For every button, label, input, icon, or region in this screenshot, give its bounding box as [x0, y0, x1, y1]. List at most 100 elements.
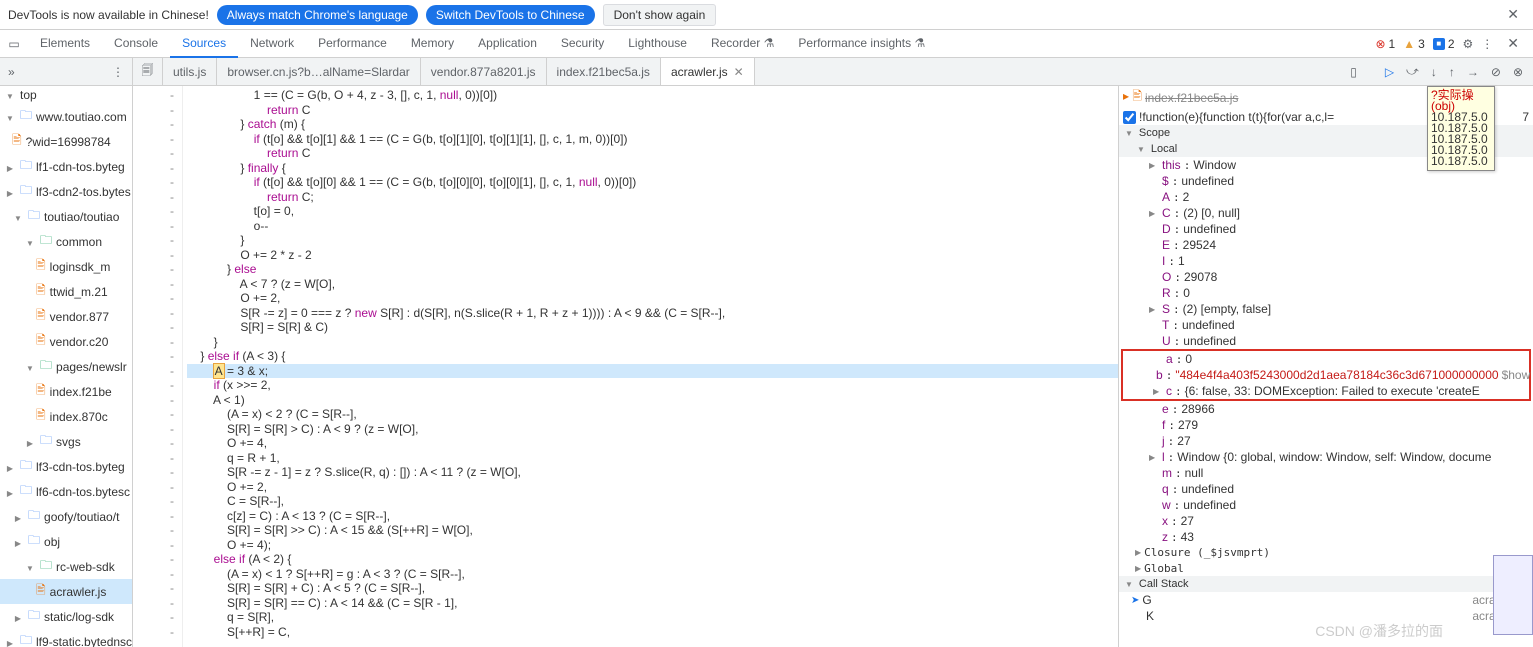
file-icon: 🖹	[36, 306, 46, 327]
language-infobar: DevTools is now available in Chinese! Al…	[0, 0, 1533, 30]
nav-file[interactable]: 🖹vendor.c20	[0, 329, 132, 354]
warning-badge[interactable]: ▲3	[1403, 37, 1425, 51]
nav-folder[interactable]: 🗀rc-web-sdk	[0, 554, 132, 579]
dont-show-button[interactable]: Don't show again	[603, 4, 717, 26]
nav-folder[interactable]: 🗀svgs	[0, 429, 132, 454]
sources-subbar: » ⋮ 🗐 utils.jsbrowser.cn.js?b…alName=Sla…	[0, 58, 1533, 86]
main-tab-application[interactable]: Application	[466, 30, 549, 58]
more-menu-icon[interactable]: ⋮	[1481, 37, 1493, 51]
nav-folder[interactable]: 🗀lf3-cdn2-tos.bytes	[0, 179, 132, 204]
scope-variable[interactable]: x: 27	[1119, 513, 1533, 529]
toggle-navigator-icon[interactable]: 🗐	[133, 58, 163, 85]
closure-section[interactable]: ▶ Closure (_$jsvmprt)	[1119, 545, 1533, 560]
nav-folder[interactable]: 🗀common	[0, 229, 132, 254]
settings-gear-icon[interactable]: ⚙	[1463, 37, 1474, 51]
scope-variable[interactable]: ▶l: Window {0: global, window: Window, s…	[1119, 449, 1533, 465]
scope-variable[interactable]: A: 2	[1119, 189, 1533, 205]
callstack-frame[interactable]: ➤ Gacrawler.js	[1119, 592, 1533, 608]
nav-folder[interactable]: 🗀lf3-cdn-tos.byteg	[0, 454, 132, 479]
scope-variable[interactable]: $: undefined	[1119, 173, 1533, 189]
scope-variable[interactable]: R: 0	[1119, 285, 1533, 301]
code-editor[interactable]: -------------------------------------- 1…	[133, 86, 1118, 647]
nav-folder[interactable]: 🗀lf6-cdn-tos.bytesc	[0, 479, 132, 504]
folder-icon: 🗀	[40, 556, 52, 577]
nav-folder[interactable]: 🗀static/log-sdk	[0, 604, 132, 629]
callstack-section[interactable]: Call Stack	[1119, 576, 1533, 592]
scope-variable[interactable]: f: 279	[1119, 417, 1533, 433]
nav-file[interactable]: 🖹?wid=16998784	[0, 129, 132, 154]
main-tab-performanceinsights[interactable]: Performance insights ⚗	[786, 30, 937, 58]
main-tab-security[interactable]: Security	[549, 30, 616, 58]
step-over-icon[interactable]: ⤻	[1402, 62, 1423, 81]
file-tab[interactable]: acrawler.js✕	[661, 58, 755, 85]
folder-icon: 🗀	[40, 231, 52, 252]
scope-variable[interactable]: w: undefined	[1119, 497, 1533, 513]
nav-file[interactable]: 🖹acrawler.js	[0, 579, 132, 604]
breakpoint-checkbox[interactable]	[1123, 111, 1136, 124]
nav-folder[interactable]: 🗀lf1-cdn-tos.byteg	[0, 154, 132, 179]
main-tab-lighthouse[interactable]: Lighthouse	[616, 30, 699, 58]
main-tab-sources[interactable]: Sources	[170, 30, 238, 58]
main-tab-console[interactable]: Console	[102, 30, 170, 58]
file-icon: 🖹	[36, 256, 46, 277]
scope-variable[interactable]: T: undefined	[1119, 317, 1533, 333]
close-infobar-icon[interactable]: ✕	[1501, 6, 1525, 23]
nav-file[interactable]: 🖹loginsdk_m	[0, 254, 132, 279]
resume-icon[interactable]: ▷	[1381, 63, 1398, 81]
always-match-button[interactable]: Always match Chrome's language	[217, 5, 418, 25]
nav-file[interactable]: 🖹ttwid_m.21	[0, 279, 132, 304]
scope-variable[interactable]: ▶S: (2) [empty, false]	[1119, 301, 1533, 317]
nav-folder[interactable]: 🗀toutiao/toutiao	[0, 204, 132, 229]
folder-icon: 🗀	[20, 456, 32, 477]
step-into-icon[interactable]: ↓	[1427, 63, 1441, 81]
file-tab[interactable]: browser.cn.js?b…alName=Slardar	[217, 58, 420, 85]
file-tab[interactable]: index.f21bec5a.js	[547, 58, 661, 85]
scope-variable[interactable]: q: undefined	[1119, 481, 1533, 497]
file-icon: 🖹	[36, 331, 46, 352]
nav-folder[interactable]: 🗀obj	[0, 529, 132, 554]
scope-variable[interactable]: D: undefined	[1119, 221, 1533, 237]
scope-variable[interactable]: E: 29524	[1119, 237, 1533, 253]
nav-top[interactable]: top	[0, 86, 132, 104]
scope-variable[interactable]: z: 43	[1119, 529, 1533, 545]
step-icon[interactable]: →	[1463, 63, 1483, 81]
folder-icon: 🗀	[40, 356, 52, 377]
file-tab[interactable]: utils.js	[163, 58, 217, 85]
scope-variable[interactable]: O: 29078	[1119, 269, 1533, 285]
nav-folder[interactable]: 🗀www.toutiao.com	[0, 104, 132, 129]
step-out-icon[interactable]: ↑	[1445, 63, 1459, 81]
scope-variable[interactable]: j: 27	[1119, 433, 1533, 449]
close-devtools-icon[interactable]: ✕	[1501, 35, 1525, 52]
global-section[interactable]: ▶ GlobalWind	[1119, 560, 1533, 576]
nav-folder[interactable]: 🗀pages/newslr	[0, 354, 132, 379]
nav-file[interactable]: 🖹index.f21be	[0, 379, 132, 404]
scope-variable[interactable]: ▶C: (2) [0, null]	[1119, 205, 1533, 221]
main-tab-recorder[interactable]: Recorder ⚗	[699, 30, 786, 58]
navigator-menu-icon[interactable]: ⋮	[112, 65, 124, 79]
folder-icon: 🗀	[20, 631, 32, 647]
pause-exceptions-icon[interactable]: ⊗	[1509, 63, 1527, 81]
main-tab-performance[interactable]: Performance	[306, 30, 399, 58]
nav-folder[interactable]: 🗀lf9-static.bytednsc	[0, 629, 132, 647]
error-badge[interactable]: ⊗1	[1375, 37, 1395, 51]
navigator-more-icon[interactable]: »	[8, 65, 15, 79]
deactivate-breakpoints-icon[interactable]: ⊘	[1487, 63, 1505, 81]
nav-folder[interactable]: 🗀goofy/toutiao/t	[0, 504, 132, 529]
scope-variable[interactable]: U: undefined	[1119, 333, 1533, 349]
scope-variable[interactable]: e: 28966	[1119, 401, 1533, 417]
nav-file[interactable]: 🖹index.870c	[0, 404, 132, 429]
issues-badge[interactable]: ■2	[1433, 37, 1455, 51]
main-tab-memory[interactable]: Memory	[399, 30, 466, 58]
watermark: CSDN @潘多拉的面	[1315, 621, 1443, 641]
nav-file[interactable]: 🖹vendor.877	[0, 304, 132, 329]
inspect-icon[interactable]: ▭	[0, 37, 28, 51]
scope-variable[interactable]: I: 1	[1119, 253, 1533, 269]
main-tab-elements[interactable]: Elements	[28, 30, 102, 58]
close-tab-icon[interactable]: ✕	[734, 65, 744, 79]
switch-chinese-button[interactable]: Switch DevTools to Chinese	[426, 5, 595, 25]
show-sidebar-icon[interactable]: ▯	[1346, 63, 1361, 81]
file-icon: 🖹	[36, 381, 46, 402]
file-tab[interactable]: vendor.877a8201.js	[421, 58, 547, 85]
main-tab-network[interactable]: Network	[238, 30, 306, 58]
scope-variable[interactable]: m: null	[1119, 465, 1533, 481]
